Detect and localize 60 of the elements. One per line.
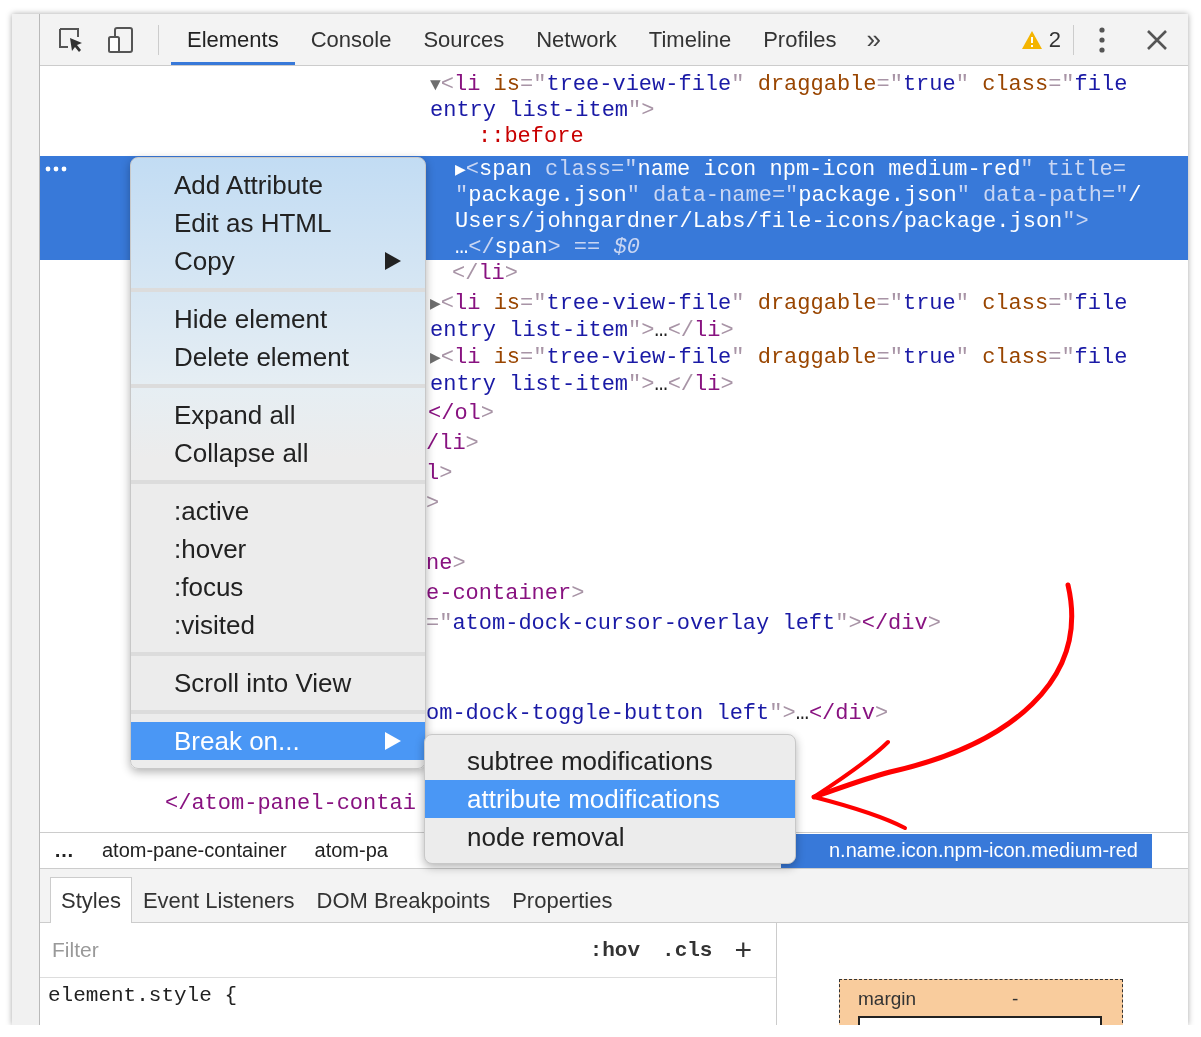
menu-item[interactable]: Collapse all: [131, 434, 425, 472]
hover-state-button[interactable]: :hov: [589, 938, 641, 962]
code-line: entry list-item">: [430, 97, 655, 123]
code-line: ="atom-dock-cursor-overlay left"></div>: [426, 610, 941, 636]
new-rule-button[interactable]: +: [734, 932, 752, 968]
breadcrumb-overflow-button[interactable]: …: [40, 839, 88, 862]
menu-item[interactable]: subtree modifications: [425, 742, 795, 780]
margin-value: -: [1012, 988, 1019, 1010]
code-line: …</span> == $0: [455, 234, 640, 260]
warning-icon: [1020, 29, 1043, 50]
warnings-button[interactable]: 2: [1020, 14, 1061, 65]
code-line: "package.json" data-name="package.json" data-path="/: [455, 182, 1142, 208]
sidebar-tab[interactable]: Event Listeners: [131, 877, 306, 923]
more-icon[interactable]: [45, 166, 67, 172]
menu-item[interactable]: Hide element: [131, 300, 425, 338]
code-line: /li>: [426, 430, 479, 456]
code-line: </ol>: [428, 400, 494, 426]
panel-tab[interactable]: Console: [294, 14, 408, 65]
breadcrumb[interactable]: n.name.icon.npm-icon.medium-red: [780, 833, 1152, 868]
menu-item[interactable]: Scroll into View: [131, 664, 425, 702]
code-line: >: [426, 490, 440, 516]
code-line: e-container>: [426, 580, 585, 606]
menu-item[interactable]: :visited: [131, 606, 425, 644]
code-line: </atom-panel-contai: [165, 790, 416, 816]
menu-item[interactable]: Edit as HTML: [131, 204, 425, 242]
panel-tab[interactable]: Profiles: [747, 14, 853, 65]
sidebar-tab[interactable]: DOM Breakpoints: [305, 877, 502, 923]
menu-item[interactable]: Delete element: [131, 338, 425, 376]
menu-item[interactable]: Add Attribute: [131, 166, 425, 204]
margin-label: margin: [858, 988, 917, 1010]
code-line: entry list-item">…</li>: [430, 318, 734, 343]
code-line: ▶<li is="tree-view-file" draggable="true" class="file: [430, 345, 1128, 370]
code-line: l>: [426, 460, 453, 486]
breadcrumb[interactable]: atom-pane-container: [88, 833, 301, 868]
panel-tab[interactable]: Network: [520, 14, 633, 65]
code-line: Users/johngardner/Labs/file-icons/package.json">: [455, 208, 1089, 234]
code-line: </li>: [452, 260, 518, 286]
code-line: om-dock-toggle-button left">…</div>: [426, 700, 889, 726]
sidebar-tab[interactable]: Properties: [501, 877, 624, 923]
code-line: entry list-item">…</li>: [430, 372, 734, 397]
panel-tab[interactable]: Timeline: [632, 14, 748, 65]
breadcrumb[interactable]: atom-pa: [300, 833, 402, 868]
submenu-arrow-icon: [385, 732, 401, 750]
code-line: ▶<span class="name icon npm-icon medium-red" title=: [455, 156, 1126, 182]
filter-field[interactable]: Filter: [50, 937, 568, 963]
menu-item[interactable]: :focus: [131, 568, 425, 606]
code-line: ▶<li is="tree-view-file" draggable="true" class="file: [430, 291, 1128, 316]
menu-item[interactable]: Expand all: [131, 396, 425, 434]
code-line: ▼<li is="tree-view-file" draggable="true" class="file: [430, 71, 1128, 97]
sidebar-tab[interactable]: Styles: [50, 877, 132, 923]
code-line: ::before: [478, 123, 584, 149]
submenu-arrow-icon: [385, 252, 401, 270]
code-line: ne>: [426, 550, 466, 576]
style-rule: element.style {: [47, 983, 239, 1009]
more-tabs-button[interactable]: »: [852, 14, 895, 65]
class-button[interactable]: .cls: [662, 938, 713, 962]
menu-item[interactable]: :active: [131, 492, 425, 530]
panel-tab[interactable]: Elements: [171, 14, 295, 65]
panel-tab[interactable]: Sources: [407, 14, 521, 65]
menu-item[interactable]: :hover: [131, 530, 425, 568]
